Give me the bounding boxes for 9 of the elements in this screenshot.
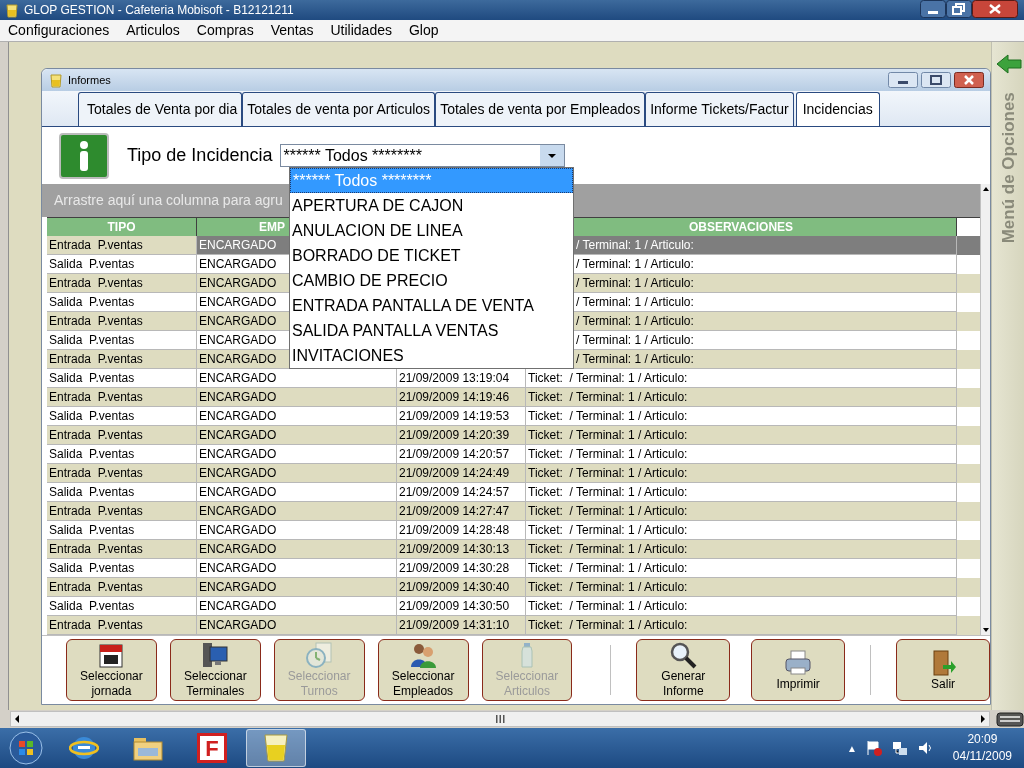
table-cell: ENCARGADO: [197, 616, 397, 635]
group-by-hint: Arrastre aquí una columna para agru: [54, 191, 283, 210]
window-title: Informes: [68, 72, 112, 88]
table-cell: 21/09/2009 14:31:10: [397, 616, 526, 635]
field-label: Tipo de Incidencia: [127, 144, 273, 167]
table-cell: Entrada P.ventas: [47, 616, 197, 635]
table-cell: Entrada P.ventas: [47, 236, 197, 255]
window-title: GLOP GESTION - Cafeteria Mobisoft - B12121211: [24, 2, 295, 19]
table-cell: Ticket: / Terminal: 1 / Articulo:: [526, 616, 957, 635]
